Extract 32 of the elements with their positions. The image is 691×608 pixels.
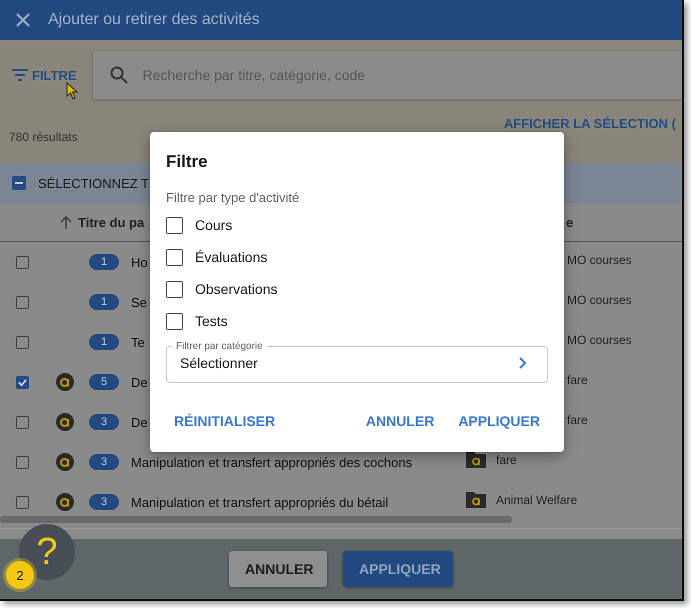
option-label: Évaluations — [195, 249, 268, 265]
count-badge: 3 — [89, 454, 119, 470]
category-text: MO courses — [567, 333, 632, 347]
select-all-label: SÉLECTIONNEZ T — [38, 176, 150, 190]
category-text: fare — [567, 373, 588, 387]
activity-title: Ho — [131, 254, 148, 270]
count-badge: 1 — [89, 294, 119, 310]
category-text: fare — [496, 453, 517, 467]
category-text: fare — [567, 413, 588, 427]
result-count: 780 résultats — [9, 130, 78, 144]
activity-title: Manipulation et transfert appropriés des cochons — [131, 454, 412, 470]
activity-title: Te — [131, 334, 145, 350]
activity-title: De — [131, 374, 148, 390]
count-badge: 3 — [89, 494, 119, 510]
field-label: Filtrer par catégorie — [175, 341, 264, 352]
option-label: Observations — [195, 281, 278, 297]
section-label: Filtre par type d'activité — [166, 190, 300, 205]
count-badge: 1 — [89, 254, 119, 270]
option-label: Tests — [195, 313, 228, 329]
window-title: Ajouter ou retirer des activités — [48, 11, 260, 29]
count-badge: 3 — [89, 414, 119, 430]
category-text: MO courses — [567, 253, 632, 267]
activity-title: De — [131, 414, 148, 430]
option-label: Cours — [195, 217, 232, 233]
count-badge: 5 — [89, 374, 119, 390]
activity-title: Manipulation et transfert appropriés du bétail — [131, 494, 388, 510]
dialog-title: Filtre — [166, 152, 209, 172]
count-badge: 1 — [89, 334, 119, 350]
category-text: MO courses — [567, 293, 632, 307]
field-value: Sélectionner — [180, 355, 258, 371]
activity-title: Se — [131, 294, 147, 310]
category-text: Animal Welfare — [496, 493, 578, 507]
